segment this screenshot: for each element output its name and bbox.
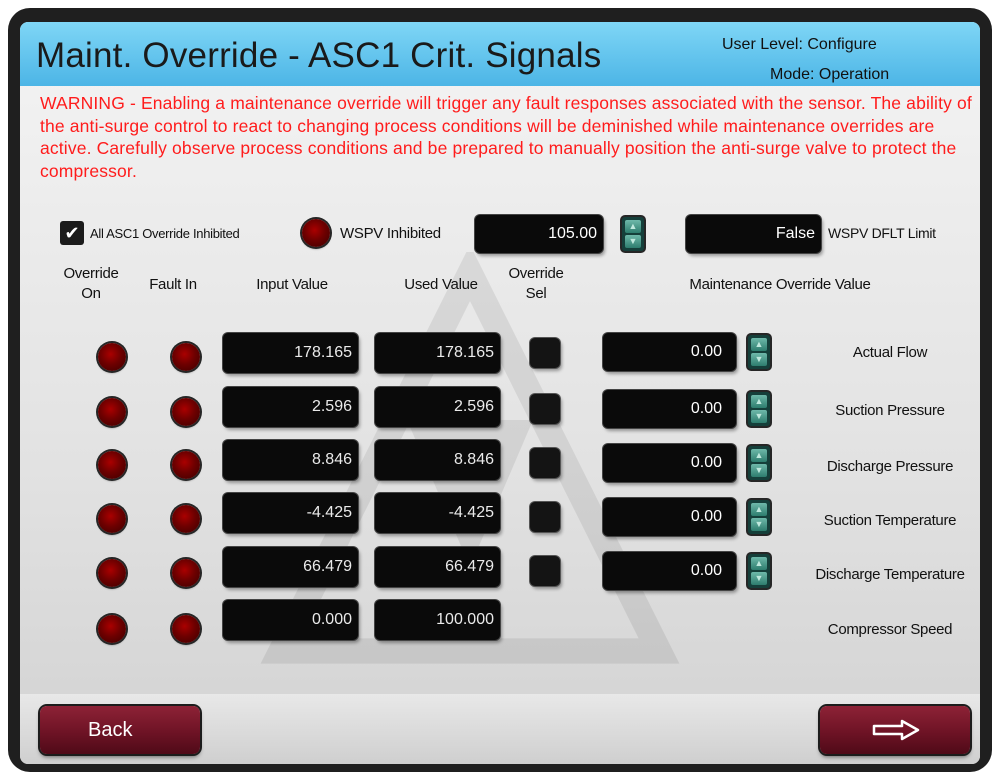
override-sel-button[interactable] <box>530 556 560 586</box>
signal-label: Discharge Temperature <box>815 566 965 583</box>
override-sel-button[interactable] <box>530 338 560 368</box>
stepper-down-icon[interactable]: ▼ <box>751 572 767 585</box>
warning-text: WARNING - Enabling a maintenance overrid… <box>40 93 972 182</box>
fault-in-led <box>172 559 200 587</box>
override-value-stepper[interactable]: ▲ ▼ <box>748 554 770 588</box>
override-on-led <box>98 559 126 587</box>
input-value-field: 2.596 <box>223 387 358 427</box>
col-used-value: Used Value <box>404 276 478 293</box>
override-sel-button[interactable] <box>530 394 560 424</box>
user-level-label: User Level: Configure <box>722 36 877 53</box>
used-value-field: 2.596 <box>375 387 500 427</box>
hmi-screen: Maint. Override - ASC1 Crit. Signals Use… <box>20 22 980 764</box>
mode-label: Mode: Operation <box>770 66 890 83</box>
signal-label: Suction Temperature <box>823 512 957 529</box>
stepper-down-icon[interactable]: ▼ <box>625 235 641 248</box>
wspv-inhibited-label: WSPV Inhibited <box>340 225 441 242</box>
signal-label: Actual Flow <box>852 344 928 361</box>
checkmark-icon: ✔ <box>64 223 80 243</box>
override-value-stepper[interactable]: ▲ ▼ <box>748 500 770 534</box>
all-override-inhibited-checkbox[interactable]: ✔ <box>60 221 84 245</box>
stepper-down-icon[interactable]: ▼ <box>751 353 767 366</box>
col-input-value: Input Value <box>256 276 328 293</box>
signal-label: Suction Pressure <box>835 402 945 419</box>
signal-label: Compressor Speed <box>827 621 953 638</box>
override-value-stepper[interactable]: ▲ ▼ <box>748 392 770 426</box>
title-bar: Maint. Override - ASC1 Crit. Signals Use… <box>20 22 980 86</box>
override-value-field[interactable]: 0.00 <box>603 390 736 428</box>
override-on-led <box>98 615 126 643</box>
override-on-led <box>98 451 126 479</box>
col-fault-in: Fault In <box>149 276 197 293</box>
stepper-down-icon[interactable]: ▼ <box>751 410 767 423</box>
override-value-field[interactable]: 0.00 <box>603 333 736 371</box>
used-value-field: 66.479 <box>375 547 500 587</box>
wspv-value-field[interactable]: 105.00 <box>475 215 603 253</box>
col-override-sel: Override Sel <box>508 265 564 302</box>
override-sel-button[interactable] <box>530 502 560 532</box>
wspv-dflt-limit-field[interactable]: False <box>686 215 821 253</box>
wspv-inhibited-indicator <box>302 219 330 247</box>
fault-in-led <box>172 343 200 371</box>
input-value-field: 178.165 <box>223 333 358 373</box>
override-on-led <box>98 505 126 533</box>
wspv-stepper[interactable]: ▲ ▼ <box>622 217 644 251</box>
override-value-field[interactable]: 0.00 <box>603 498 736 536</box>
override-value-field[interactable]: 0.00 <box>603 444 736 482</box>
override-sel-button[interactable] <box>530 448 560 478</box>
input-value-field: 66.479 <box>223 547 358 587</box>
fault-in-led <box>172 505 200 533</box>
override-value-stepper[interactable]: ▲ ▼ <box>748 446 770 480</box>
fault-in-led <box>172 451 200 479</box>
stepper-down-icon[interactable]: ▼ <box>751 464 767 477</box>
col-override-on: Override On <box>63 265 119 302</box>
input-value-field: 0.000 <box>223 600 358 640</box>
stepper-up-icon[interactable]: ▲ <box>751 557 767 570</box>
stepper-up-icon[interactable]: ▲ <box>751 395 767 408</box>
stepper-up-icon[interactable]: ▲ <box>625 220 641 233</box>
next-button[interactable] <box>820 706 970 754</box>
override-value-stepper[interactable]: ▲ ▼ <box>748 335 770 369</box>
right-arrow-icon <box>872 719 920 741</box>
used-value-field: 100.000 <box>375 600 500 640</box>
fault-in-led <box>172 398 200 426</box>
stepper-up-icon[interactable]: ▲ <box>751 503 767 516</box>
used-value-field: 8.846 <box>375 440 500 480</box>
stepper-up-icon[interactable]: ▲ <box>751 449 767 462</box>
signal-label: Discharge Pressure <box>826 458 954 475</box>
used-value-field: -4.425 <box>375 493 500 533</box>
page-title: Maint. Override - ASC1 Crit. Signals <box>36 36 602 75</box>
used-value-field: 178.165 <box>375 333 500 373</box>
stepper-up-icon[interactable]: ▲ <box>751 338 767 351</box>
input-value-field: 8.846 <box>223 440 358 480</box>
input-value-field: -4.425 <box>223 493 358 533</box>
override-value-field[interactable]: 0.00 <box>603 552 736 590</box>
all-override-inhibited-label: All ASC1 Override Inhibited <box>90 226 240 241</box>
back-button[interactable]: Back <box>40 706 200 754</box>
override-on-led <box>98 398 126 426</box>
wspv-dflt-limit-label: WSPV DFLT Limit <box>828 225 936 241</box>
stepper-down-icon[interactable]: ▼ <box>751 518 767 531</box>
back-button-label: Back <box>88 719 133 741</box>
fault-in-led <box>172 615 200 643</box>
override-on-led <box>98 343 126 371</box>
col-maint-override-value: Maintenance Override Value <box>689 276 871 293</box>
